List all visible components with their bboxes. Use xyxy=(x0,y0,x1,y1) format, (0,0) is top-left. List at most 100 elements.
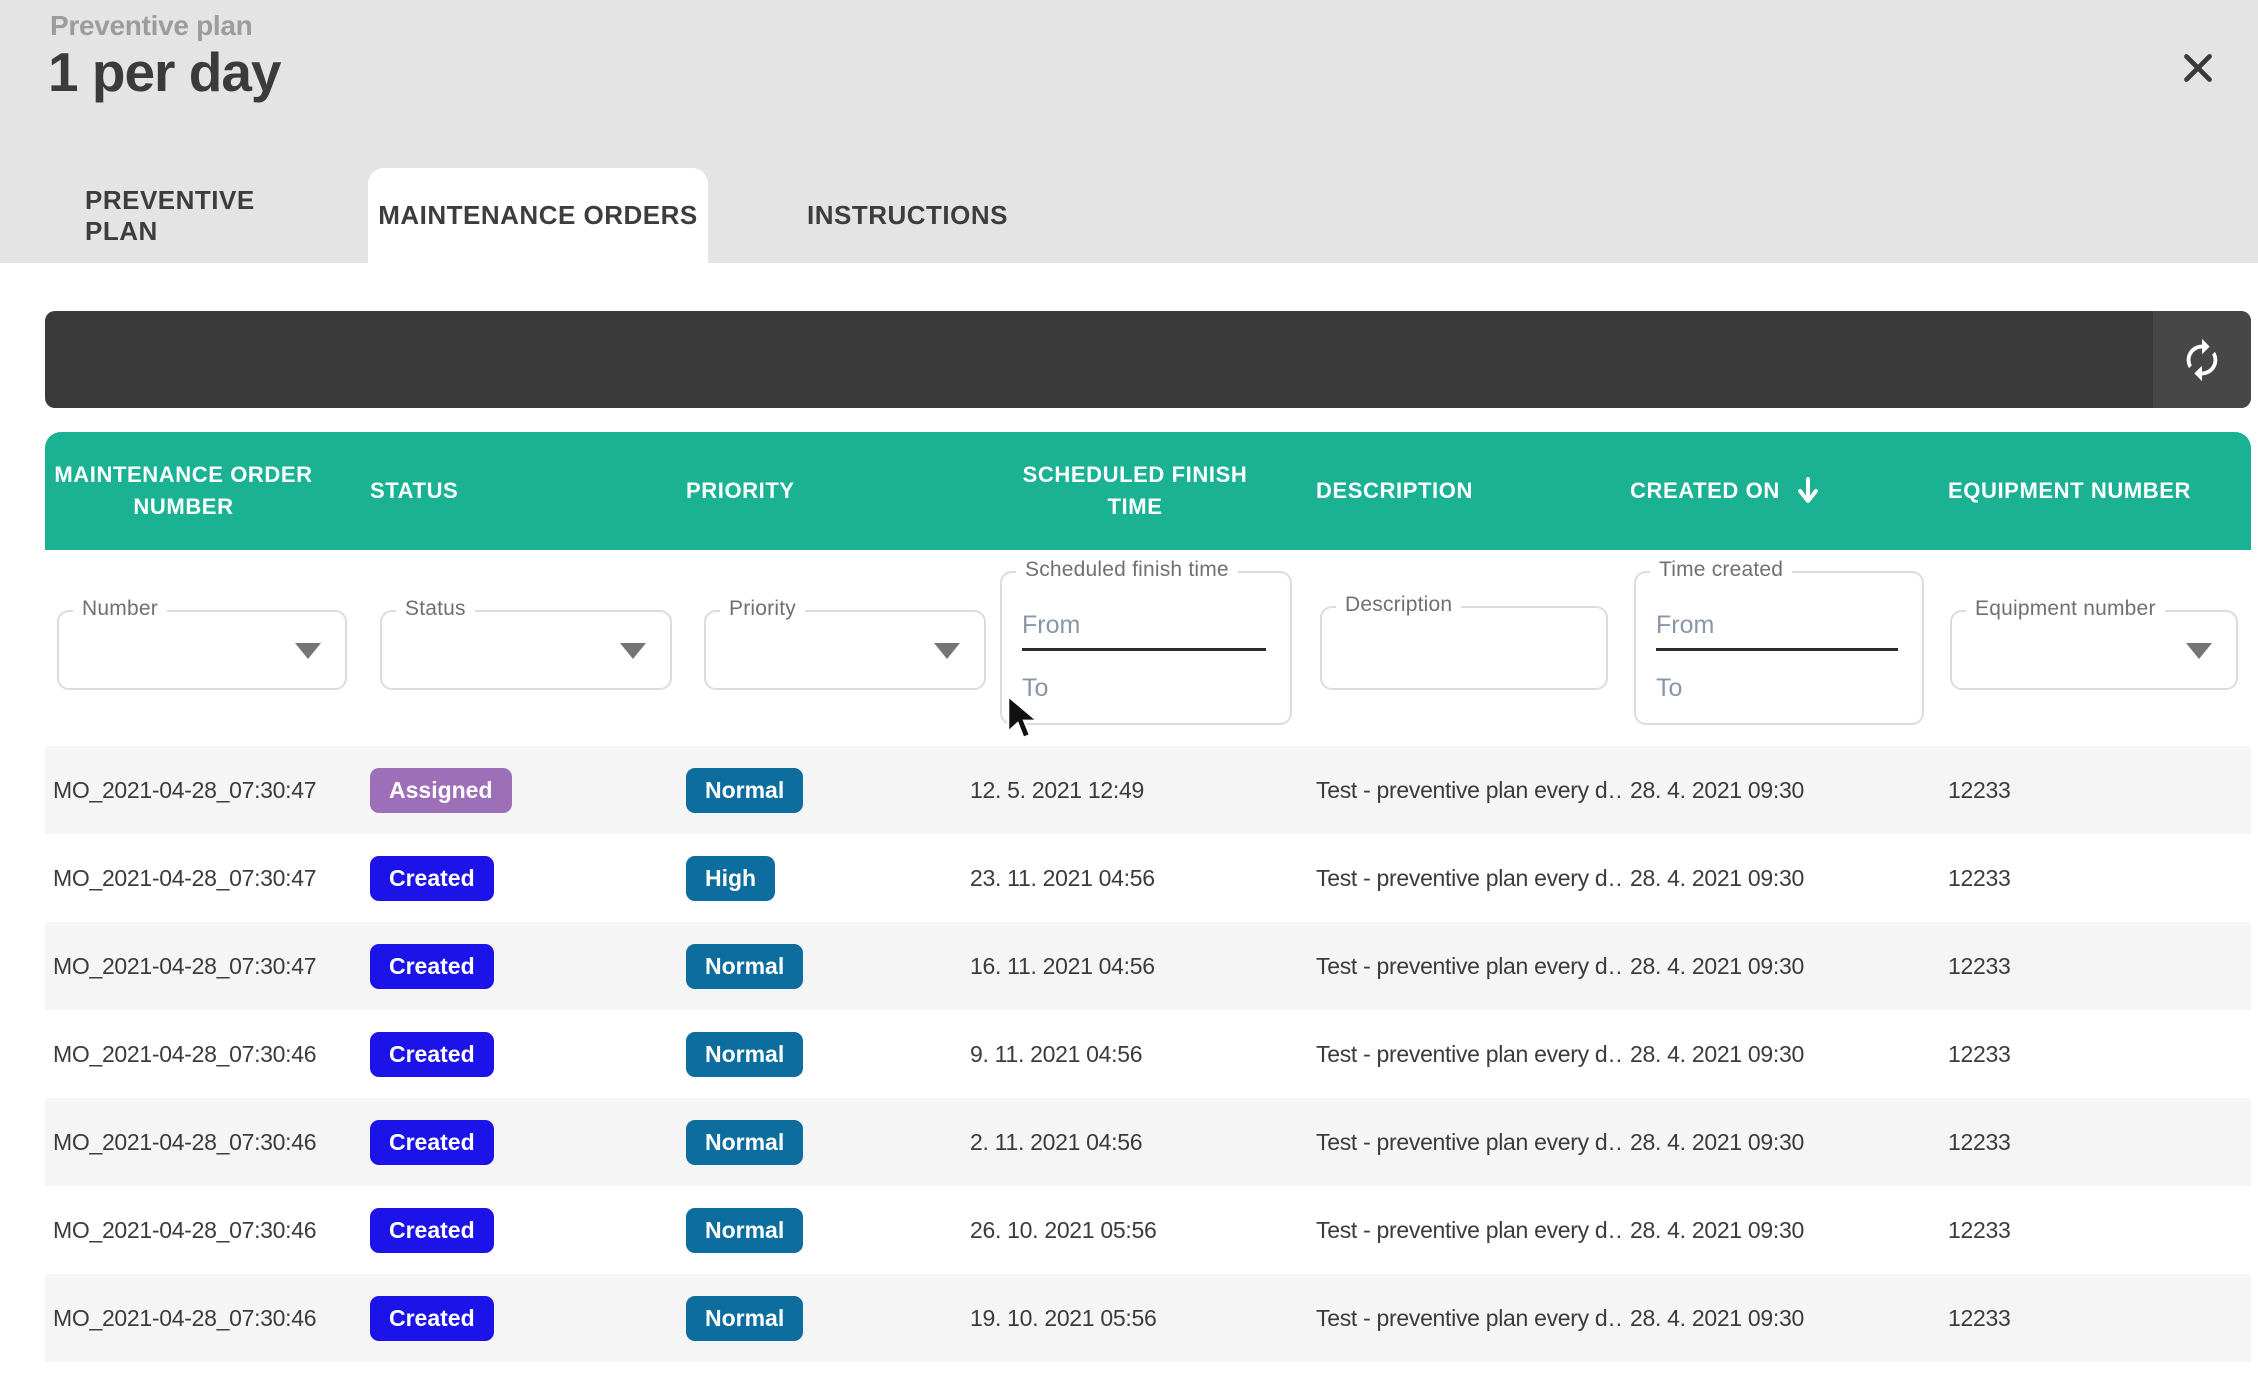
cell-priority: Normal xyxy=(678,1296,962,1341)
filter-status-input[interactable] xyxy=(400,618,602,682)
filter-time-created-to-input[interactable] xyxy=(1656,665,1898,711)
filter-time-created-from-input[interactable] xyxy=(1656,603,1898,651)
cell-description: Test - preventive plan every d… xyxy=(1308,865,1622,892)
cell-priority: Normal xyxy=(678,1208,962,1253)
column-status[interactable]: STATUS xyxy=(362,475,678,507)
cell-equipment: 12233 xyxy=(1940,865,2251,892)
column-maintenance-order-number[interactable]: MAINTENANCE ORDER NUMBER xyxy=(45,459,362,523)
table-row[interactable]: MO_2021-04-28_07:30:47 Created High 23. … xyxy=(45,834,2251,922)
cell-priority: Normal xyxy=(678,1120,962,1165)
cell-scheduled-finish: 12. 5. 2021 12:49 xyxy=(962,777,1308,804)
tab-maintenance-orders[interactable]: MAINTENANCE ORDERS xyxy=(368,168,708,263)
filter-equipment-number[interactable]: Equipment number xyxy=(1950,610,2238,690)
priority-badge: Normal xyxy=(686,768,803,813)
filter-scheduled-label: Scheduled finish time xyxy=(1016,558,1238,582)
filter-description-input[interactable] xyxy=(1340,614,1581,682)
cell-order-number: MO_2021-04-28_07:30:47 xyxy=(45,953,362,980)
cell-equipment: 12233 xyxy=(1940,1217,2251,1244)
cell-status: Assigned xyxy=(362,768,678,813)
page-title: 1 per day xyxy=(48,40,281,104)
filter-number[interactable]: Number xyxy=(57,610,347,690)
cell-priority: Normal xyxy=(678,768,962,813)
priority-badge: High xyxy=(686,856,775,901)
chevron-down-icon[interactable] xyxy=(2186,643,2212,659)
cell-scheduled-finish: 16. 11. 2021 04:56 xyxy=(962,953,1308,980)
cell-description: Test - preventive plan every d… xyxy=(1308,1041,1622,1068)
cell-created-on: 28. 4. 2021 09:30 xyxy=(1622,777,1940,804)
refresh-button[interactable] xyxy=(2153,311,2251,408)
priority-badge: Normal xyxy=(686,1296,803,1341)
cell-created-on: 28. 4. 2021 09:30 xyxy=(1622,1129,1940,1156)
chevron-down-icon[interactable] xyxy=(934,643,960,659)
filter-equipment-input[interactable] xyxy=(1970,618,2169,682)
close-icon xyxy=(2177,47,2219,89)
priority-badge: Normal xyxy=(686,1032,803,1077)
column-created-on[interactable]: CREATED ON xyxy=(1622,475,1940,507)
cell-status: Created xyxy=(362,1296,678,1341)
cell-description: Test - preventive plan every d… xyxy=(1308,1217,1622,1244)
filter-row: Number Status Priority Scheduled finish … xyxy=(0,550,2258,746)
filter-priority[interactable]: Priority xyxy=(704,610,986,690)
table-header-row: MAINTENANCE ORDER NUMBER STATUS PRIORITY… xyxy=(45,432,2251,550)
cell-equipment: 12233 xyxy=(1940,1129,2251,1156)
cell-order-number: MO_2021-04-28_07:30:46 xyxy=(45,1217,362,1244)
cell-created-on: 28. 4. 2021 09:30 xyxy=(1622,1041,1940,1068)
tab-preventive-plan[interactable]: PREVENTIVE PLAN xyxy=(85,168,335,263)
cell-priority: Normal xyxy=(678,1032,962,1077)
cell-order-number: MO_2021-04-28_07:30:46 xyxy=(45,1041,362,1068)
column-description[interactable]: DESCRIPTION xyxy=(1308,475,1622,507)
sort-desc-icon[interactable] xyxy=(1796,477,1820,505)
status-badge: Created xyxy=(370,1208,494,1253)
table-row[interactable]: MO_2021-04-28_07:30:46 Created Normal 9.… xyxy=(45,1010,2251,1098)
filter-status[interactable]: Status xyxy=(380,610,672,690)
priority-badge: Normal xyxy=(686,944,803,989)
cell-status: Created xyxy=(362,1032,678,1077)
table-row[interactable]: MO_2021-04-28_07:30:47 Assigned Normal 1… xyxy=(45,746,2251,834)
status-badge: Created xyxy=(370,1296,494,1341)
table-row[interactable]: MO_2021-04-28_07:30:46 Created Normal 19… xyxy=(45,1274,2251,1362)
cell-description: Test - preventive plan every d… xyxy=(1308,1129,1622,1156)
priority-badge: Normal xyxy=(686,1120,803,1165)
column-scheduled-finish-time[interactable]: SCHEDULED FINISH TIME xyxy=(962,459,1308,523)
cell-equipment: 12233 xyxy=(1940,777,2251,804)
status-badge: Created xyxy=(370,1120,494,1165)
filter-scheduled-from-input[interactable] xyxy=(1022,603,1266,651)
refresh-icon xyxy=(2179,337,2225,383)
filter-priority-input[interactable] xyxy=(724,618,919,682)
close-button[interactable] xyxy=(2166,36,2230,100)
cell-status: Created xyxy=(362,856,678,901)
table-row[interactable]: MO_2021-04-28_07:30:46 Created Normal 2.… xyxy=(45,1098,2251,1186)
cell-scheduled-finish: 19. 10. 2021 05:56 xyxy=(962,1305,1308,1332)
column-equipment-number[interactable]: EQUIPMENT NUMBER xyxy=(1940,475,2251,507)
cell-status: Created xyxy=(362,1208,678,1253)
cell-equipment: 12233 xyxy=(1940,1305,2251,1332)
status-badge: Created xyxy=(370,1032,494,1077)
cell-description: Test - preventive plan every d… xyxy=(1308,1305,1622,1332)
filter-scheduled-finish-time[interactable]: Scheduled finish time xyxy=(1000,571,1292,725)
chevron-down-icon[interactable] xyxy=(295,643,321,659)
tab-instructions[interactable]: INSTRUCTIONS xyxy=(785,168,1030,263)
chevron-down-icon[interactable] xyxy=(620,643,646,659)
cell-scheduled-finish: 9. 11. 2021 04:56 xyxy=(962,1041,1308,1068)
filter-time-created[interactable]: Time created xyxy=(1634,571,1924,725)
filter-description[interactable]: Description xyxy=(1320,606,1608,690)
table-toolbar xyxy=(45,311,2251,408)
column-priority[interactable]: PRIORITY xyxy=(678,475,962,507)
cell-equipment: 12233 xyxy=(1940,1041,2251,1068)
cell-equipment: 12233 xyxy=(1940,953,2251,980)
status-badge: Created xyxy=(370,944,494,989)
table-row[interactable]: MO_2021-04-28_07:30:47 Created Normal 16… xyxy=(45,922,2251,1010)
status-badge: Assigned xyxy=(370,768,512,813)
cell-order-number: MO_2021-04-28_07:30:46 xyxy=(45,1305,362,1332)
cell-scheduled-finish: 2. 11. 2021 04:56 xyxy=(962,1129,1308,1156)
cell-status: Created xyxy=(362,1120,678,1165)
cell-order-number: MO_2021-04-28_07:30:46 xyxy=(45,1129,362,1156)
cell-status: Created xyxy=(362,944,678,989)
filter-number-input[interactable] xyxy=(77,618,277,682)
priority-badge: Normal xyxy=(686,1208,803,1253)
cell-priority: High xyxy=(678,856,962,901)
filter-scheduled-to-input[interactable] xyxy=(1022,665,1266,711)
table-row[interactable]: MO_2021-04-28_07:30:46 Created Normal 26… xyxy=(45,1186,2251,1274)
table-body: MO_2021-04-28_07:30:47 Assigned Normal 1… xyxy=(45,746,2251,1362)
cell-created-on: 28. 4. 2021 09:30 xyxy=(1622,1305,1940,1332)
